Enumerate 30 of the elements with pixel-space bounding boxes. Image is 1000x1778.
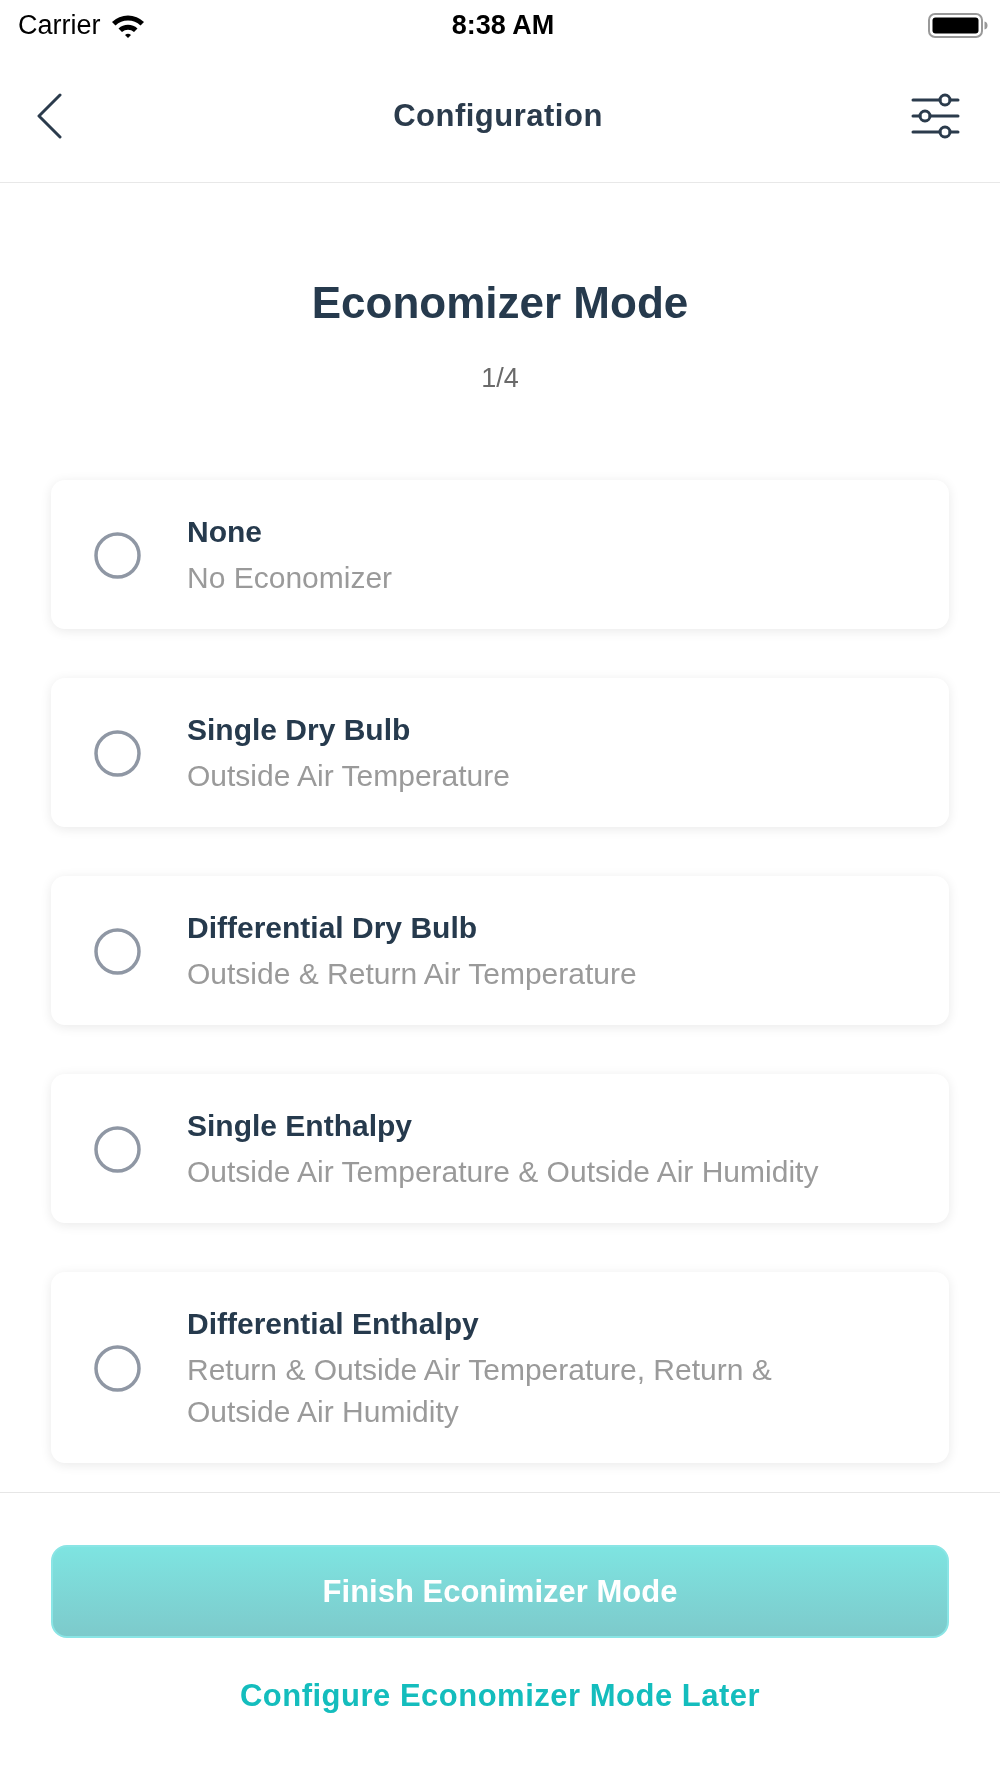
option-description: Outside Air Temperature & Outside Air Humidity [187, 1154, 819, 1190]
option-card[interactable]: Single Enthalpy Outside Air Temperature & Outside Air Humidity [51, 1074, 949, 1223]
option-title: Single Dry Bulb [187, 712, 412, 748]
carrier-label: Carrier [18, 9, 101, 41]
radio-button[interactable] [94, 928, 141, 975]
settings-sliders-icon [911, 93, 960, 139]
status-time: 8:38 AM [451, 9, 555, 41]
option-description: Return & Outside Air Temperature, Return & Outside Air Humidity [187, 1352, 773, 1430]
option-title: None [187, 514, 263, 550]
option-title: Single Enthalpy [187, 1108, 414, 1144]
step-counter: 1/4 [481, 363, 519, 393]
filter-button[interactable] [911, 93, 960, 139]
radio-button[interactable] [94, 1345, 141, 1392]
back-button[interactable] [36, 93, 63, 139]
page-title: Economizer Mode [311, 277, 689, 329]
option-card[interactable]: None No Economizer [51, 480, 949, 629]
back-chevron-icon [36, 93, 63, 139]
option-card[interactable]: Single Dry Bulb Outside Air Temperature [51, 678, 949, 827]
radio-button[interactable] [94, 730, 141, 777]
option-card[interactable]: Differential Enthalpy Return & Outside Air Temperature, Return & Outside Air Humidity [51, 1272, 949, 1463]
option-description: Outside Air Temperature [187, 758, 510, 794]
radio-button[interactable] [94, 532, 141, 579]
option-title: Differential Enthalpy [187, 1306, 480, 1342]
radio-button[interactable] [94, 1126, 141, 1173]
nav-title: Configuration [393, 98, 603, 134]
option-description: No Economizer [187, 560, 393, 596]
battery-icon [928, 12, 988, 38]
option-card[interactable]: Differential Dry Bulb Outside & Return Air Temperature [51, 876, 949, 1025]
option-description: Outside & Return Air Temperature [187, 956, 637, 992]
option-title: Differential Dry Bulb [187, 910, 479, 946]
